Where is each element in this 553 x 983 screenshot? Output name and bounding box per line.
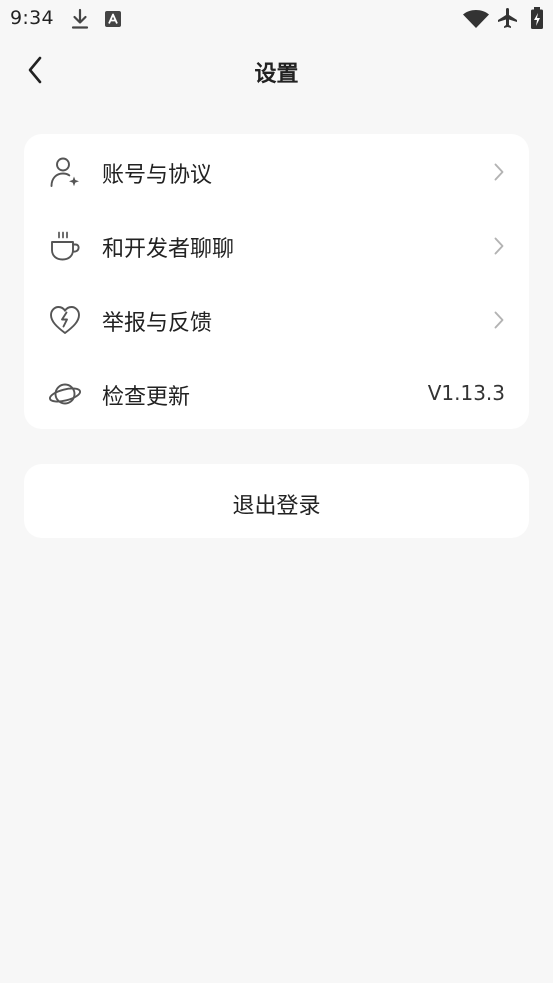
menu-item-chat-with-developer[interactable]: 和开发者聊聊 bbox=[24, 208, 529, 282]
menu-item-label: 举报与反馈 bbox=[102, 311, 213, 336]
airplane-icon bbox=[498, 8, 517, 28]
menu-item-label: 和开发者聊聊 bbox=[102, 237, 235, 262]
wifi-icon bbox=[463, 10, 489, 28]
menu-item-account-agreement[interactable]: 账号与协议 bbox=[24, 134, 529, 208]
download-icon bbox=[71, 8, 89, 29]
page-title: 设置 bbox=[254, 62, 299, 87]
menu-item-label: 检查更新 bbox=[102, 385, 191, 410]
menu-item-label: 账号与协议 bbox=[102, 163, 213, 188]
chevron-right-icon bbox=[494, 311, 504, 329]
version-text: V1.13.3 bbox=[427, 381, 505, 405]
status-time: 9:34 bbox=[10, 7, 54, 29]
app-notification-icon bbox=[105, 11, 121, 27]
app-header: 设置 bbox=[0, 38, 553, 102]
settings-menu-card: 账号与协议 和开发者聊聊 举报与反馈 检查更新 V1.13.3 bbox=[24, 134, 529, 429]
user-star-icon bbox=[50, 157, 79, 187]
chevron-right-icon bbox=[494, 237, 504, 255]
battery-icon bbox=[531, 7, 543, 29]
status-bar: 9:34 bbox=[0, 0, 553, 38]
logout-label: 退出登录 bbox=[232, 494, 321, 519]
logout-button[interactable]: 退出登录 bbox=[24, 464, 529, 538]
chevron-right-icon bbox=[494, 163, 504, 181]
menu-item-check-update[interactable]: 检查更新 V1.13.3 bbox=[24, 356, 529, 430]
coffee-cup-icon bbox=[51, 231, 80, 261]
planet-icon bbox=[48, 383, 82, 405]
broken-heart-icon bbox=[50, 306, 80, 334]
menu-item-report-feedback[interactable]: 举报与反馈 bbox=[24, 282, 529, 356]
